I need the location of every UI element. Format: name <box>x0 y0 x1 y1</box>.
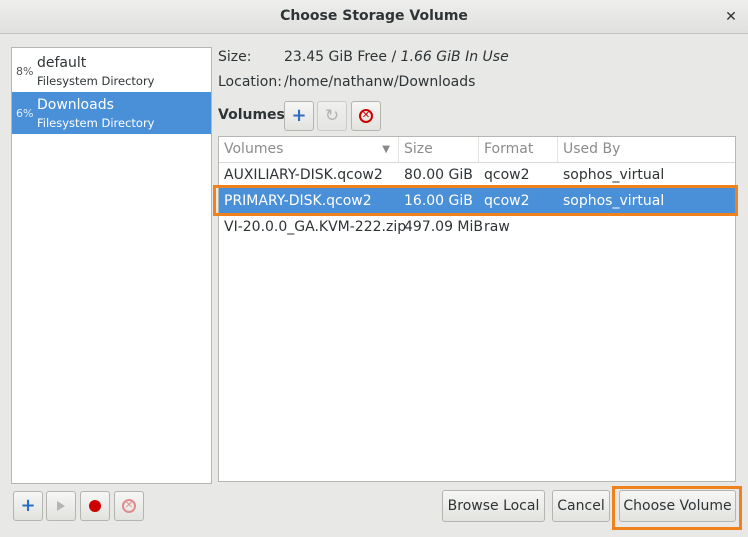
volume-format: qcow2 <box>484 193 530 209</box>
column-header-label: Size <box>404 141 433 157</box>
add-volume-button[interactable]: + <box>284 101 314 131</box>
play-icon <box>57 501 65 511</box>
size-label: Size: <box>218 49 252 65</box>
delete-icon: ✕ <box>359 109 373 123</box>
pool-type: Filesystem Directory <box>37 116 155 130</box>
pool-type: Filesystem Directory <box>37 74 155 88</box>
browse-local-button[interactable]: Browse Local <box>442 490 545 522</box>
column-header-size[interactable]: Size <box>399 137 479 162</box>
start-pool-button[interactable] <box>46 491 76 521</box>
column-header-volumes[interactable]: Volumes ▼ <box>219 137 399 162</box>
table-row[interactable]: AUXILIARY-DISK.qcow2 80.00 GiB qcow2 sop… <box>219 162 735 188</box>
volume-used-by: sophos_virtual <box>563 167 665 183</box>
add-pool-button[interactable]: + <box>13 491 43 521</box>
volume-size: 16.00 GiB <box>404 193 473 209</box>
pool-usage-percent: 8% <box>16 65 34 78</box>
delete-volume-button[interactable]: ✕ <box>351 101 381 131</box>
column-header-used-by[interactable]: Used By <box>558 137 735 162</box>
plus-icon: + <box>20 495 36 516</box>
table-row-selected[interactable]: PRIMARY-DISK.qcow2 16.00 GiB qcow2 sopho… <box>219 188 735 214</box>
size-free: 23.45 GiB Free / <box>284 49 401 65</box>
pool-name: Downloads <box>37 97 114 113</box>
refresh-icon: ↻ <box>324 105 340 126</box>
table-header: Volumes ▼ Size Format Used By <box>219 137 735 163</box>
window-title: Choose Storage Volume <box>280 8 468 24</box>
volumes-table[interactable]: Volumes ▼ Size Format Used By AUXILIARY-… <box>218 136 736 482</box>
plus-icon: + <box>291 105 307 126</box>
column-header-format[interactable]: Format <box>479 137 558 162</box>
sort-down-icon: ▼ <box>382 144 390 155</box>
choose-volume-button[interactable]: Choose Volume <box>619 490 736 522</box>
size-value: 23.45 GiB Free / 1.66 GiB In Use <box>284 49 509 65</box>
pool-name: default <box>37 55 87 71</box>
location-label: Location: <box>218 74 282 90</box>
column-header-label: Volumes <box>224 141 284 157</box>
storage-pool-list[interactable]: 8% default Filesystem Directory 6% Downl… <box>11 47 212 484</box>
column-header-label: Used By <box>563 141 621 157</box>
location-value: /home/nathanw/Downloads <box>284 74 476 90</box>
delete-icon: ✕ <box>122 499 136 513</box>
stop-pool-button[interactable] <box>80 491 110 521</box>
cancel-button[interactable]: Cancel <box>552 490 610 522</box>
volume-format: raw <box>484 219 510 235</box>
refresh-volumes-button[interactable]: ↻ <box>317 101 347 131</box>
volume-name: PRIMARY-DISK.qcow2 <box>224 193 372 209</box>
volumes-label: Volumes <box>218 107 285 123</box>
volume-name: AUXILIARY-DISK.qcow2 <box>224 167 383 183</box>
pool-item-downloads[interactable]: 6% Downloads Filesystem Directory <box>12 92 211 134</box>
pool-item-default[interactable]: 8% default Filesystem Directory <box>12 50 211 92</box>
volume-format: qcow2 <box>484 167 530 183</box>
volume-name: VI-20.0.0_GA.KVM-222.zip <box>224 219 407 235</box>
column-header-label: Format <box>484 141 534 157</box>
size-in-use: 1.66 GiB In Use <box>400 49 509 65</box>
volume-size: 497.09 MiB <box>404 219 484 235</box>
record-icon <box>89 500 101 512</box>
delete-pool-button[interactable]: ✕ <box>114 491 144 521</box>
pool-usage-percent: 6% <box>16 107 34 120</box>
volume-used-by: sophos_virtual <box>563 193 665 209</box>
volume-size: 80.00 GiB <box>404 167 473 183</box>
table-row[interactable]: VI-20.0.0_GA.KVM-222.zip 497.09 MiB raw <box>219 214 735 240</box>
close-icon[interactable]: ✕ <box>718 4 744 30</box>
